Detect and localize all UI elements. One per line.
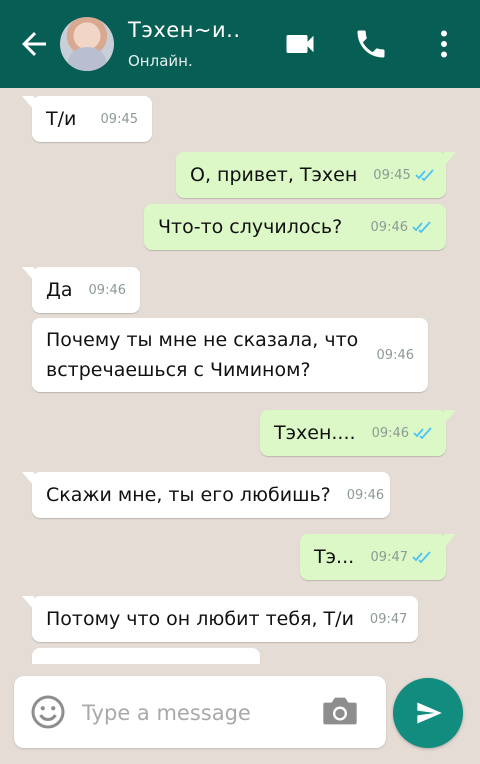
message-time: 09:45 <box>100 111 138 127</box>
message-text: Что-то случилось? <box>158 216 343 238</box>
message-bubble-outgoing[interactable]: Тэ... 09:47 <box>300 534 456 580</box>
double-check-icon <box>412 221 431 233</box>
phone-icon[interactable] <box>353 26 389 62</box>
more-vert-icon[interactable] <box>426 26 462 62</box>
message-text: О, привет, Тэхен <box>190 164 358 186</box>
message-text: Тэ... <box>314 546 355 568</box>
message-bubble-incoming[interactable]: Потому что он любит тебя, Т/и 09:47 <box>22 596 418 642</box>
double-check-icon <box>413 427 432 439</box>
message-time: 09:47 <box>369 611 408 627</box>
message-bubble-incoming[interactable]: Т/и 09:45 <box>22 96 152 142</box>
send-button[interactable] <box>393 678 463 748</box>
camera-icon[interactable] <box>320 694 360 728</box>
message-time: 09:46 <box>88 282 126 298</box>
message-text: Т/и <box>46 108 77 130</box>
message-bubble-partial[interactable] <box>32 648 260 664</box>
message-bubble-outgoing[interactable]: Тэхен.... 09:46 <box>260 410 456 456</box>
message-text: Тэхен.... <box>274 422 356 444</box>
video-call-icon[interactable] <box>282 26 318 62</box>
message-time: 09:46 <box>371 425 410 441</box>
message-time: 09:46 <box>376 347 414 363</box>
send-icon <box>417 702 442 724</box>
message-bubble-incoming[interactable]: Почему ты мне не сказала, что встречаешь… <box>32 318 428 392</box>
double-check-icon <box>412 551 431 563</box>
message-time: 09:45 <box>373 167 411 183</box>
message-time: 09:47 <box>370 549 408 565</box>
message-time: 09:46 <box>370 219 408 235</box>
contact-name[interactable]: Тэхен~и.. <box>128 18 241 42</box>
contact-status: Онлайн. <box>128 52 193 70</box>
message-bubble-outgoing[interactable]: Что-то случилось? 09:46 <box>144 204 446 250</box>
message-text: Потому что он любит тебя, Т/и <box>46 608 354 630</box>
message-bubble-outgoing[interactable]: О, привет, Тэхен 09:45 <box>176 152 456 198</box>
message-text: Почему ты мне не сказала, что встречаешь… <box>46 329 359 381</box>
message-bubble-incoming[interactable]: Скажи мне, ты его любишь? 09:46 <box>22 472 390 518</box>
message-input[interactable] <box>82 698 302 728</box>
avatar[interactable] <box>60 17 114 71</box>
message-text: Да <box>46 279 73 301</box>
message-text: Скажи мне, ты его любишь? <box>46 484 331 506</box>
message-list[interactable]: Т/и 09:45 О, привет, Тэхен 09:45 Что-то … <box>0 88 480 664</box>
message-time: 09:46 <box>346 487 385 503</box>
back-arrow-icon[interactable] <box>16 26 52 62</box>
double-check-icon <box>415 169 434 181</box>
message-bubble-incoming[interactable]: Да 09:46 <box>22 267 140 313</box>
chat-header: Тэхен~и.. Онлайн. <box>0 0 480 88</box>
emoji-icon[interactable] <box>30 694 66 730</box>
message-composer <box>14 676 386 748</box>
